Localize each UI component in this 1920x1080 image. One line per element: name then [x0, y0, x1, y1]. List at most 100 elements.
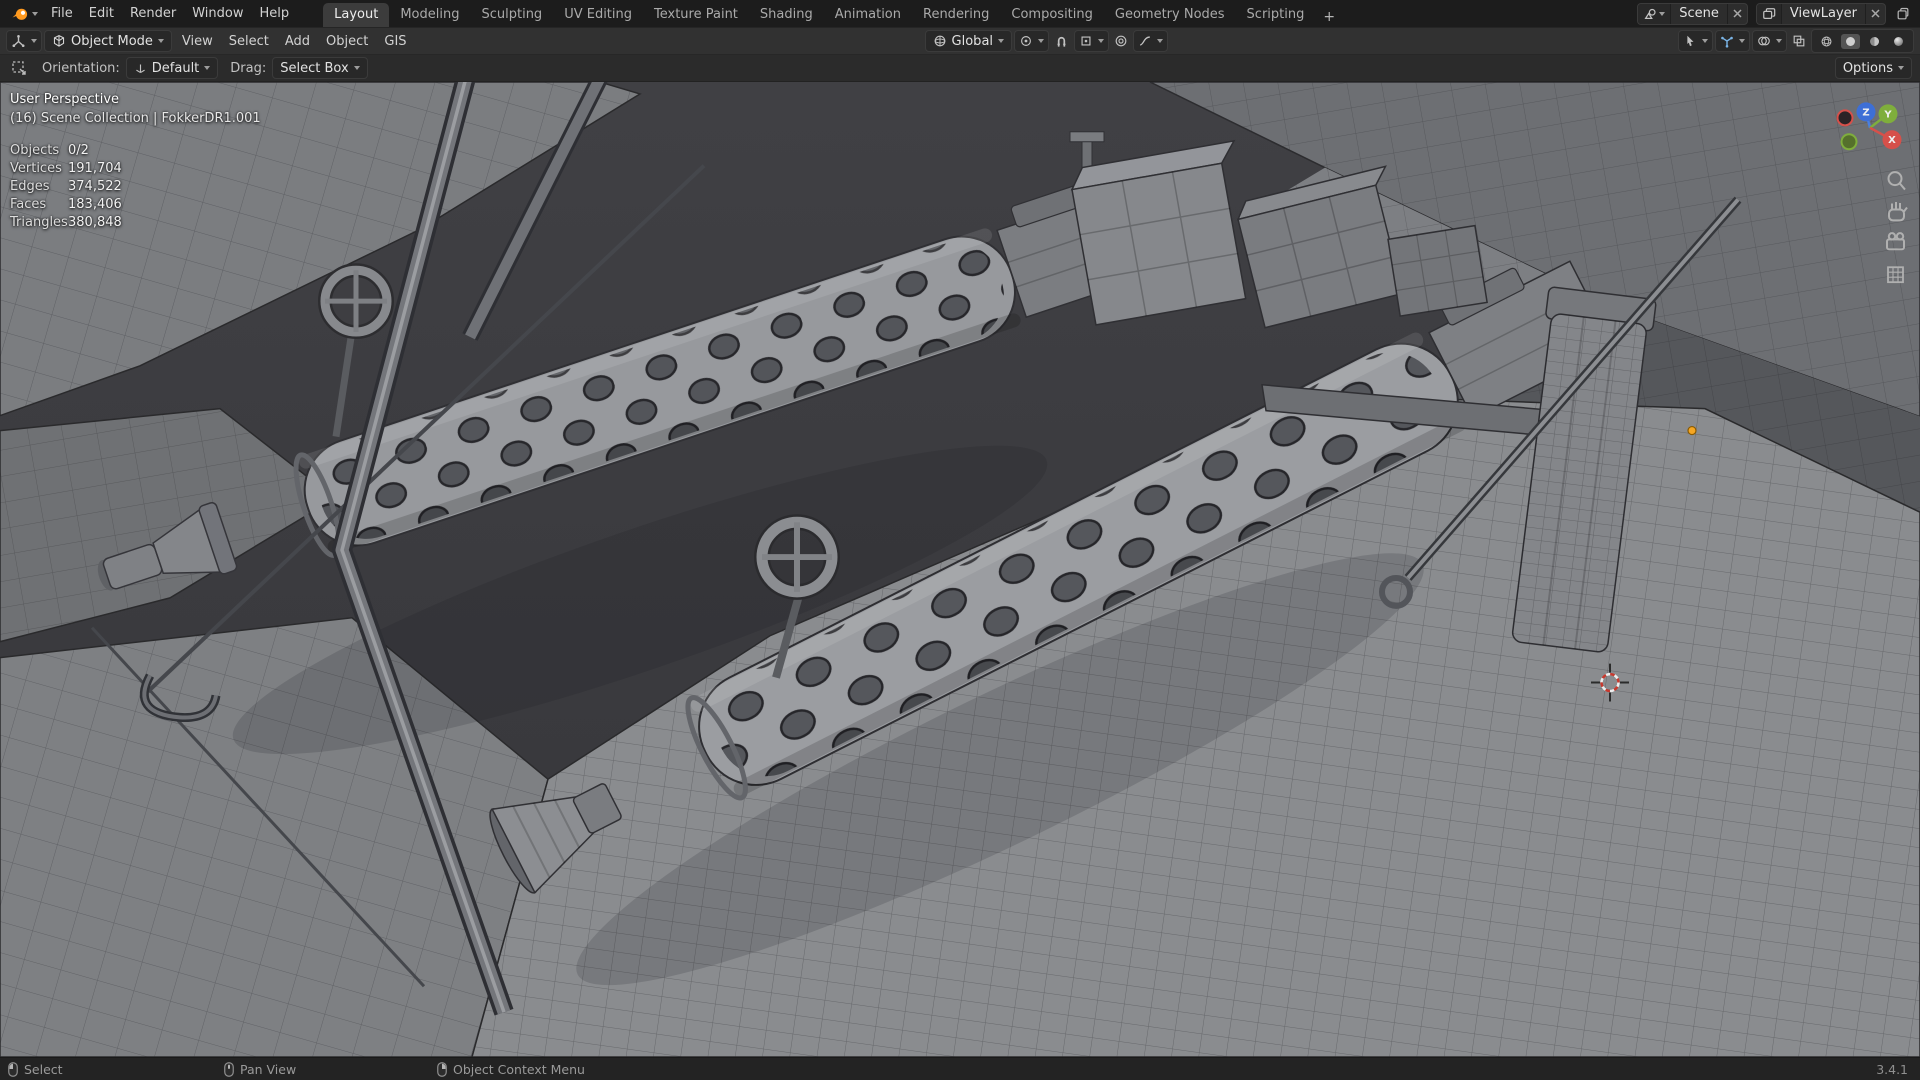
- wireframe-sphere-icon: [1820, 35, 1833, 48]
- menu-view[interactable]: View: [174, 32, 221, 51]
- menu-object[interactable]: Object: [318, 32, 376, 51]
- orientation-default-selector[interactable]: Default: [126, 57, 219, 79]
- overlays-dropdown[interactable]: [1752, 30, 1787, 52]
- workspace-tabs: Layout Modeling Sculpting UV Editing Tex…: [323, 0, 1343, 27]
- viewport-menubar: View Select Add Object GIS: [174, 32, 415, 51]
- mode-selector[interactable]: Object Mode: [44, 30, 172, 52]
- menu-render[interactable]: Render: [122, 4, 184, 23]
- workspace-tab-modeling[interactable]: Modeling: [389, 3, 470, 27]
- viewlayer-remove-button[interactable]: [1865, 4, 1885, 24]
- gizmo-z-ball[interactable]: Z: [1857, 102, 1876, 121]
- dropdown-caret-icon: [354, 66, 360, 70]
- material-sphere-icon: [1868, 35, 1881, 48]
- rendered-sphere-icon: [1892, 35, 1905, 48]
- workspace-tab-sculpting[interactable]: Sculpting: [470, 3, 553, 27]
- menu-add[interactable]: Add: [277, 32, 318, 51]
- object-mode-icon: [52, 34, 66, 48]
- status-pan-label: Pan View: [240, 1062, 296, 1077]
- dropdown-caret-icon: [31, 39, 37, 43]
- proportional-icon: [1114, 34, 1128, 48]
- shading-solid-button[interactable]: [1841, 34, 1860, 49]
- gizmo-minus-y-ball[interactable]: [1842, 134, 1857, 149]
- status-select-hint: Select: [8, 1058, 63, 1080]
- dropdown-caret-icon: [1702, 39, 1708, 43]
- viewport-editor-icon: [11, 34, 26, 49]
- menu-file[interactable]: File: [43, 4, 81, 23]
- workspace-tab-layout[interactable]: Layout: [323, 3, 389, 27]
- workspace-tab-texture-paint[interactable]: Texture Paint: [643, 3, 749, 27]
- menu-window[interactable]: Window: [184, 4, 251, 23]
- snap-settings-selector[interactable]: [1074, 30, 1109, 52]
- main-menubar: File Edit Render Window Help: [43, 4, 297, 23]
- status-context-menu-hint: Object Context Menu: [437, 1058, 585, 1080]
- workspace-tab-geometry-nodes[interactable]: Geometry Nodes: [1104, 3, 1236, 27]
- cursor-pointer-icon: [1683, 34, 1697, 48]
- right-mouse-icon: [437, 1062, 447, 1077]
- viewport-header: Object Mode View Select Add Object GIS G…: [0, 27, 1920, 55]
- viewlayer-name[interactable]: ViewLayer: [1782, 6, 1865, 21]
- xray-icon: [1792, 34, 1806, 48]
- scene-name[interactable]: Scene: [1671, 6, 1727, 21]
- close-icon: [1733, 9, 1742, 18]
- close-icon: [1871, 9, 1880, 18]
- orientation-label: Global: [952, 34, 993, 49]
- gizmo-minus-x-ball[interactable]: [1838, 110, 1853, 125]
- tool-settings-bar: Orientation: Default Drag: Select Box Op…: [0, 55, 1920, 82]
- falloff-selector[interactable]: [1133, 30, 1168, 52]
- shading-mode-group: [1811, 29, 1914, 53]
- add-workspace-button[interactable]: +: [1315, 7, 1343, 27]
- shading-material-button[interactable]: [1865, 33, 1884, 50]
- gizmos-icon: [1720, 34, 1734, 48]
- selectability-visibility-dropdown[interactable]: [1678, 30, 1713, 52]
- viewlayer-browse-button[interactable]: [1757, 4, 1782, 24]
- scene-browse-button[interactable]: [1638, 4, 1671, 24]
- overlays-icon: [1757, 34, 1771, 48]
- proportional-editing-toggle[interactable]: [1111, 32, 1131, 50]
- select-box-tool-icon: [11, 60, 27, 76]
- gizmo-y-ball[interactable]: Y: [1879, 104, 1898, 123]
- blender-logo-icon: [11, 6, 29, 22]
- transform-orientation-selector[interactable]: Global: [925, 30, 1012, 52]
- svg-text:X: X: [1888, 135, 1896, 146]
- workspace-tab-compositing[interactable]: Compositing: [1000, 3, 1104, 27]
- menu-select[interactable]: Select: [221, 32, 277, 51]
- workspace-tab-animation[interactable]: Animation: [824, 3, 912, 27]
- snap-toggle[interactable]: [1051, 32, 1072, 51]
- menu-help[interactable]: Help: [252, 4, 298, 23]
- dropdown-caret-icon: [1659, 12, 1665, 16]
- viewport-3d[interactable]: Z Y X: [0, 82, 1920, 1057]
- blender-menu-button[interactable]: [6, 4, 43, 24]
- solid-sphere-icon: [1844, 35, 1857, 48]
- orientation-default-label: Default: [152, 61, 200, 76]
- pivot-icon: [1019, 34, 1033, 48]
- workspace-tab-scripting[interactable]: Scripting: [1236, 3, 1316, 27]
- new-viewlayer-button[interactable]: [1892, 5, 1914, 23]
- viewlayer-selector: ViewLayer: [1756, 3, 1886, 25]
- drag-mode-selector[interactable]: Select Box: [272, 57, 367, 79]
- gizmo-x-ball[interactable]: X: [1883, 130, 1902, 149]
- orientation-setting-label: Orientation:: [42, 61, 120, 76]
- statusbar: Select Pan View Object Context Menu 3.4.…: [0, 1057, 1920, 1080]
- menu-edit[interactable]: Edit: [81, 4, 122, 23]
- topbar: File Edit Render Window Help Layout Mode…: [0, 0, 1920, 27]
- workspace-tab-rendering[interactable]: Rendering: [912, 3, 1000, 27]
- workspace-tab-uv-editing[interactable]: UV Editing: [553, 3, 643, 27]
- editor-type-selector[interactable]: [6, 30, 42, 52]
- left-mouse-icon: [8, 1062, 18, 1077]
- scene-selector: Scene: [1637, 3, 1748, 25]
- xray-toggle[interactable]: [1789, 32, 1809, 50]
- dropdown-caret-icon: [1739, 39, 1745, 43]
- blender-version: 3.4.1: [1876, 1058, 1908, 1080]
- shading-rendered-button[interactable]: [1889, 33, 1908, 50]
- pivot-point-selector[interactable]: [1014, 30, 1049, 52]
- shading-wireframe-button[interactable]: [1817, 33, 1836, 50]
- drag-mode-label: Select Box: [280, 61, 348, 76]
- show-gizmo-dropdown[interactable]: [1715, 30, 1750, 52]
- scene-icon: [1643, 7, 1657, 21]
- options-dropdown[interactable]: Options: [1835, 57, 1912, 79]
- magnet-icon: [1054, 34, 1069, 49]
- menu-gis[interactable]: GIS: [376, 32, 414, 51]
- scene-unlink-button[interactable]: [1727, 4, 1747, 24]
- active-tool-icon[interactable]: [8, 58, 30, 78]
- workspace-tab-shading[interactable]: Shading: [749, 3, 824, 27]
